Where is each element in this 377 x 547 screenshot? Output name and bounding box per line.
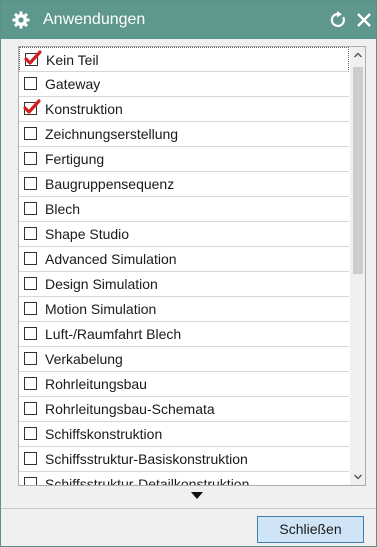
checkbox[interactable] <box>24 127 37 140</box>
list-item-label: Rohrleitungsbau-Schemata <box>45 401 215 417</box>
checkbox[interactable] <box>24 302 37 315</box>
checkbox[interactable] <box>24 402 37 415</box>
scrollbar-thumb[interactable] <box>353 67 363 274</box>
list-item-label: Rohrleitungsbau <box>45 376 147 392</box>
list-item[interactable]: Schiffsstruktur-Detailkonstruktion <box>19 472 349 486</box>
list-item-label: Kein Teil <box>46 52 99 68</box>
checkbox[interactable] <box>24 77 37 90</box>
applications-list[interactable]: Kein Teil Gateway Konstruktion Zeichnungser… <box>18 46 366 486</box>
list-item-label: Schiffskonstruktion <box>45 426 163 442</box>
window-title: Anwendungen <box>43 11 146 28</box>
list-item-label: Design Simulation <box>45 276 158 292</box>
scroll-down-arrow-icon[interactable] <box>350 468 366 485</box>
list-item[interactable]: Motion Simulation <box>19 297 349 322</box>
list-item[interactable]: Konstruktion <box>19 97 349 122</box>
reset-icon[interactable] <box>329 11 347 29</box>
gear-icon <box>12 11 30 29</box>
list-item[interactable]: Kein Teil <box>19 47 349 72</box>
list-item-label: Konstruktion <box>45 101 123 117</box>
checkmark-icon <box>24 50 42 65</box>
list-item[interactable]: Design Simulation <box>19 272 349 297</box>
list-item[interactable]: Fertigung <box>19 147 349 172</box>
list-item-label: Gateway <box>45 76 101 92</box>
list-item[interactable]: Shape Studio <box>19 222 349 247</box>
checkbox[interactable] <box>24 377 37 390</box>
list-item[interactable]: Schiffskonstruktion <box>19 422 349 447</box>
list-item-label: Blech <box>45 201 81 217</box>
checkbox[interactable] <box>24 327 37 340</box>
checkbox[interactable] <box>24 252 37 265</box>
checkbox[interactable] <box>24 352 37 365</box>
close-icon[interactable] <box>355 11 373 29</box>
list-item-label: Baugruppensequenz <box>45 176 175 192</box>
close-button[interactable]: Schließen <box>257 516 364 543</box>
list-item[interactable]: Blech <box>19 197 349 222</box>
list-item[interactable]: Verkabelung <box>19 347 349 372</box>
list-item-label: Motion Simulation <box>45 301 157 317</box>
triangle-down-icon[interactable] <box>191 492 203 500</box>
list-item-label: Advanced Simulation <box>45 251 177 267</box>
list-item-label: Zeichnungserstellung <box>45 126 179 142</box>
list-item[interactable]: Advanced Simulation <box>19 247 349 272</box>
scroll-up-arrow-icon[interactable] <box>350 47 366 64</box>
checkbox[interactable] <box>24 477 37 485</box>
list-item[interactable]: Gateway <box>19 72 349 97</box>
list-item-label: Shape Studio <box>45 226 130 242</box>
list-item[interactable]: Baugruppensequenz <box>19 172 349 197</box>
checkbox[interactable] <box>24 152 37 165</box>
checkmark-icon <box>23 99 41 114</box>
checkbox[interactable] <box>24 227 37 240</box>
checkbox[interactable] <box>24 277 37 290</box>
checkbox[interactable] <box>24 177 37 190</box>
list-item-label: Luft-/Raumfahrt Blech <box>45 326 182 342</box>
list-item[interactable]: Zeichnungserstellung <box>19 122 349 147</box>
applications-dialog: Anwendungen Kein Teil Gateway Konstruktion… <box>0 0 377 547</box>
checkbox[interactable] <box>24 202 37 215</box>
list-item-label: Verkabelung <box>45 351 123 367</box>
list-item[interactable]: Schiffsstruktur-Basiskonstruktion <box>19 447 349 472</box>
checkbox[interactable] <box>24 427 37 440</box>
title-bar[interactable]: Anwendungen <box>1 1 376 39</box>
list-item[interactable]: Rohrleitungsbau <box>19 372 349 397</box>
list-item-label: Schiffsstruktur-Basiskonstruktion <box>45 451 248 467</box>
vertical-scrollbar[interactable] <box>350 47 366 485</box>
list-item-label: Schiffsstruktur-Detailkonstruktion <box>45 476 250 486</box>
list-item[interactable]: Rohrleitungsbau-Schemata <box>19 397 349 422</box>
checkbox[interactable] <box>24 452 37 465</box>
applications-list-items: Kein Teil Gateway Konstruktion Zeichnungser… <box>19 47 349 486</box>
footer-divider <box>1 508 376 509</box>
list-item[interactable]: Luft-/Raumfahrt Blech <box>19 322 349 347</box>
list-item-label: Fertigung <box>45 151 105 167</box>
